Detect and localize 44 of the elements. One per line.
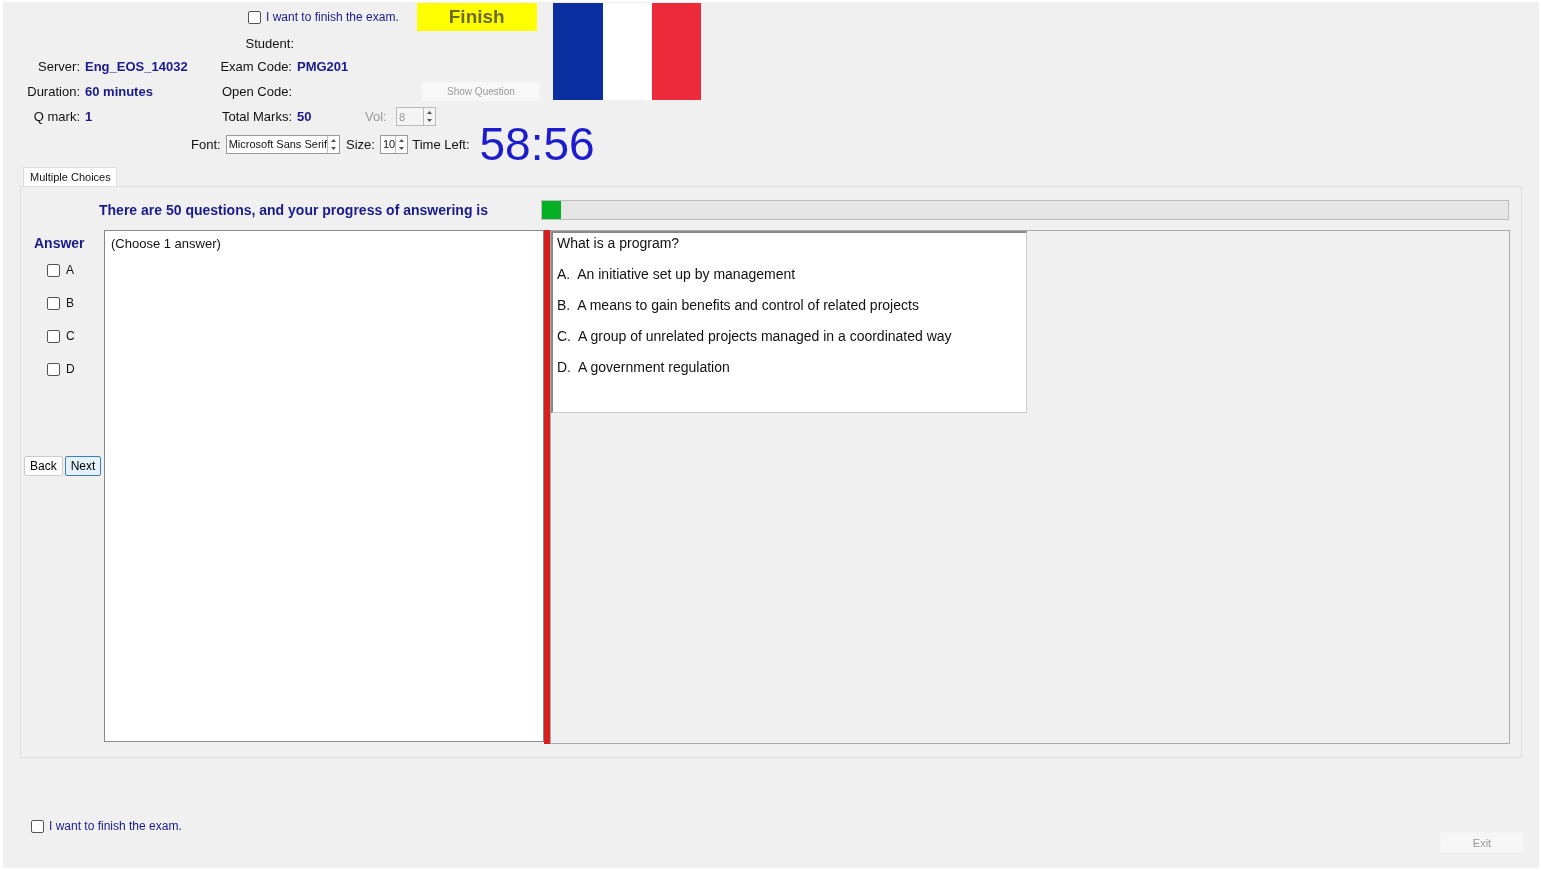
checkbox[interactable] (31, 819, 44, 833)
nav-button[interactable]: Next (64, 456, 102, 476)
info-label: Open Code: (220, 84, 293, 99)
info-label: Q mark: (32, 109, 81, 124)
info-label: Exam Code: (219, 59, 293, 74)
info-value: 50 (297, 109, 313, 124)
checkbox[interactable] (47, 263, 60, 277)
checkbox-label[interactable]: D (66, 362, 75, 376)
font-selector[interactable]: Microsoft Sans Serif (225, 134, 341, 154)
size-spinner[interactable]: 10 (379, 134, 409, 154)
font-label: Font: (191, 136, 221, 152)
info-value: 60 minutes (85, 84, 154, 99)
info-value: Eng_EOS_14032 (85, 59, 189, 74)
finish-button[interactable]: Finish (416, 3, 537, 31)
answer-choice: C. A group of unrelated projects managed in a coordinated way (557, 328, 953, 344)
answer-choice: D. A government regulation (557, 359, 731, 375)
answer-choice: A. An initiative set up by management (557, 266, 797, 282)
tab[interactable]: Multiple Choices (23, 167, 117, 186)
student-label: Student: (244, 35, 295, 51)
checkbox-label[interactable]: C (66, 329, 75, 343)
flag-icon (553, 3, 701, 100)
checkbox[interactable] (248, 10, 261, 24)
info-value: PMG201 (297, 59, 350, 74)
size-label: Size: (346, 136, 375, 152)
info-value: 1 (85, 109, 94, 124)
info-label: Total Marks: (220, 109, 293, 124)
checkbox[interactable] (47, 329, 60, 343)
countdown-timer: 58:56 (479, 120, 595, 168)
checkbox-label[interactable]: A (66, 263, 74, 277)
checkbox-label[interactable]: I want to finish the exam. (49, 819, 182, 833)
time-left-label: Time Left: (412, 136, 470, 152)
info-label: Duration: (26, 84, 81, 99)
answer-choice: B. A means to gain benefits and control of related projects (557, 297, 920, 313)
question-text: What is a program? (557, 235, 681, 251)
checkbox[interactable] (47, 296, 60, 310)
nav-button[interactable]: Back (24, 456, 63, 476)
answer-note-box: (Choose 1 answer) (104, 230, 544, 742)
answer-heading: Answer (34, 235, 86, 251)
volume-label: Vol: (365, 109, 388, 124)
progress-text: There are 50 questions, and your progress of answering is (99, 202, 489, 218)
info-label: Server: (37, 59, 81, 74)
checkbox-label[interactable]: I want to finish the exam. (266, 10, 399, 24)
checkbox[interactable] (47, 362, 60, 376)
checkbox-label[interactable]: B (66, 296, 74, 310)
